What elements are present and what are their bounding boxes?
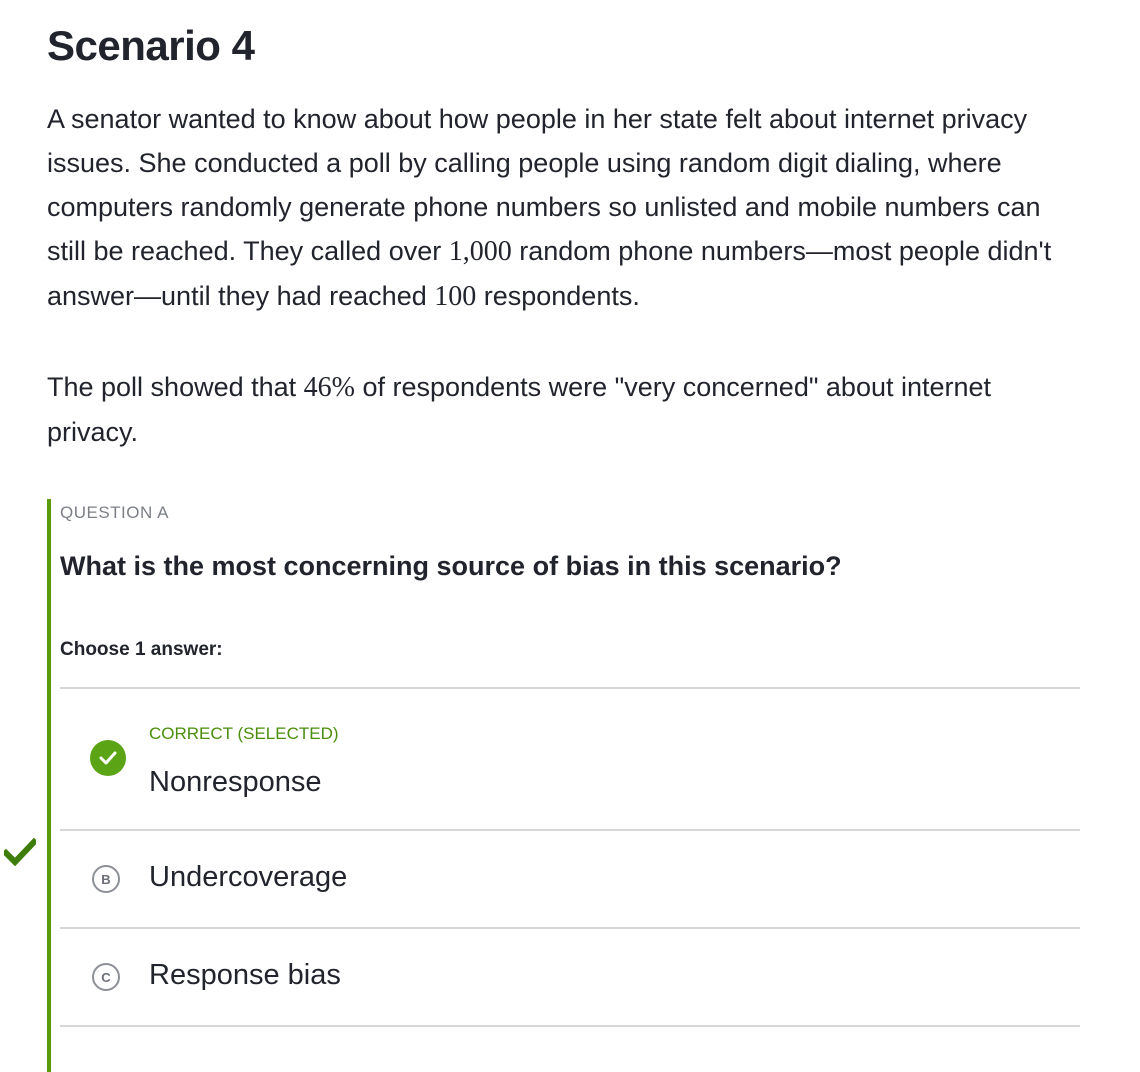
choice-c-text: Response bias: [149, 959, 341, 991]
choice-c-letter-icon: C: [92, 963, 120, 991]
paragraph-2-text-1: The poll showed that: [47, 372, 304, 402]
choice-b-letter-icon: B: [92, 865, 120, 893]
check-circle-icon: [90, 740, 126, 776]
checkmark-icon: [4, 838, 36, 866]
scenario-title: Scenario 4: [47, 22, 255, 69]
choice-c-option[interactable]: C Response bias: [60, 928, 1080, 1024]
scenario-paragraph-1: A senator wanted to know about how peopl…: [47, 97, 1087, 319]
question-block: QUESTION A What is the most concerning s…: [47, 499, 1084, 1072]
choice-a-text: Nonresponse: [149, 766, 322, 798]
paragraph-1-text-3: respondents.: [476, 281, 640, 311]
question-label: QUESTION A: [60, 503, 169, 522]
question-text: What is the most concerning source of bi…: [60, 551, 842, 581]
choice-status-label: CORRECT (SELECTED): [149, 724, 339, 743]
respondents-count: 100: [434, 281, 477, 312]
calls-count: 1,000: [448, 236, 512, 267]
choice-a-option[interactable]: CORRECT (SELECTED) Nonresponse: [60, 688, 1080, 828]
scenario-paragraph-2: The poll showed that 46% of respondents …: [47, 365, 1007, 454]
choice-b-text: Undercoverage: [149, 861, 348, 893]
concerned-percent: 46%: [303, 372, 355, 403]
choice-divider: [60, 1025, 1080, 1027]
choose-instruction: Choose 1 answer:: [60, 639, 223, 660]
choice-b-option[interactable]: B Undercoverage: [60, 830, 1080, 926]
